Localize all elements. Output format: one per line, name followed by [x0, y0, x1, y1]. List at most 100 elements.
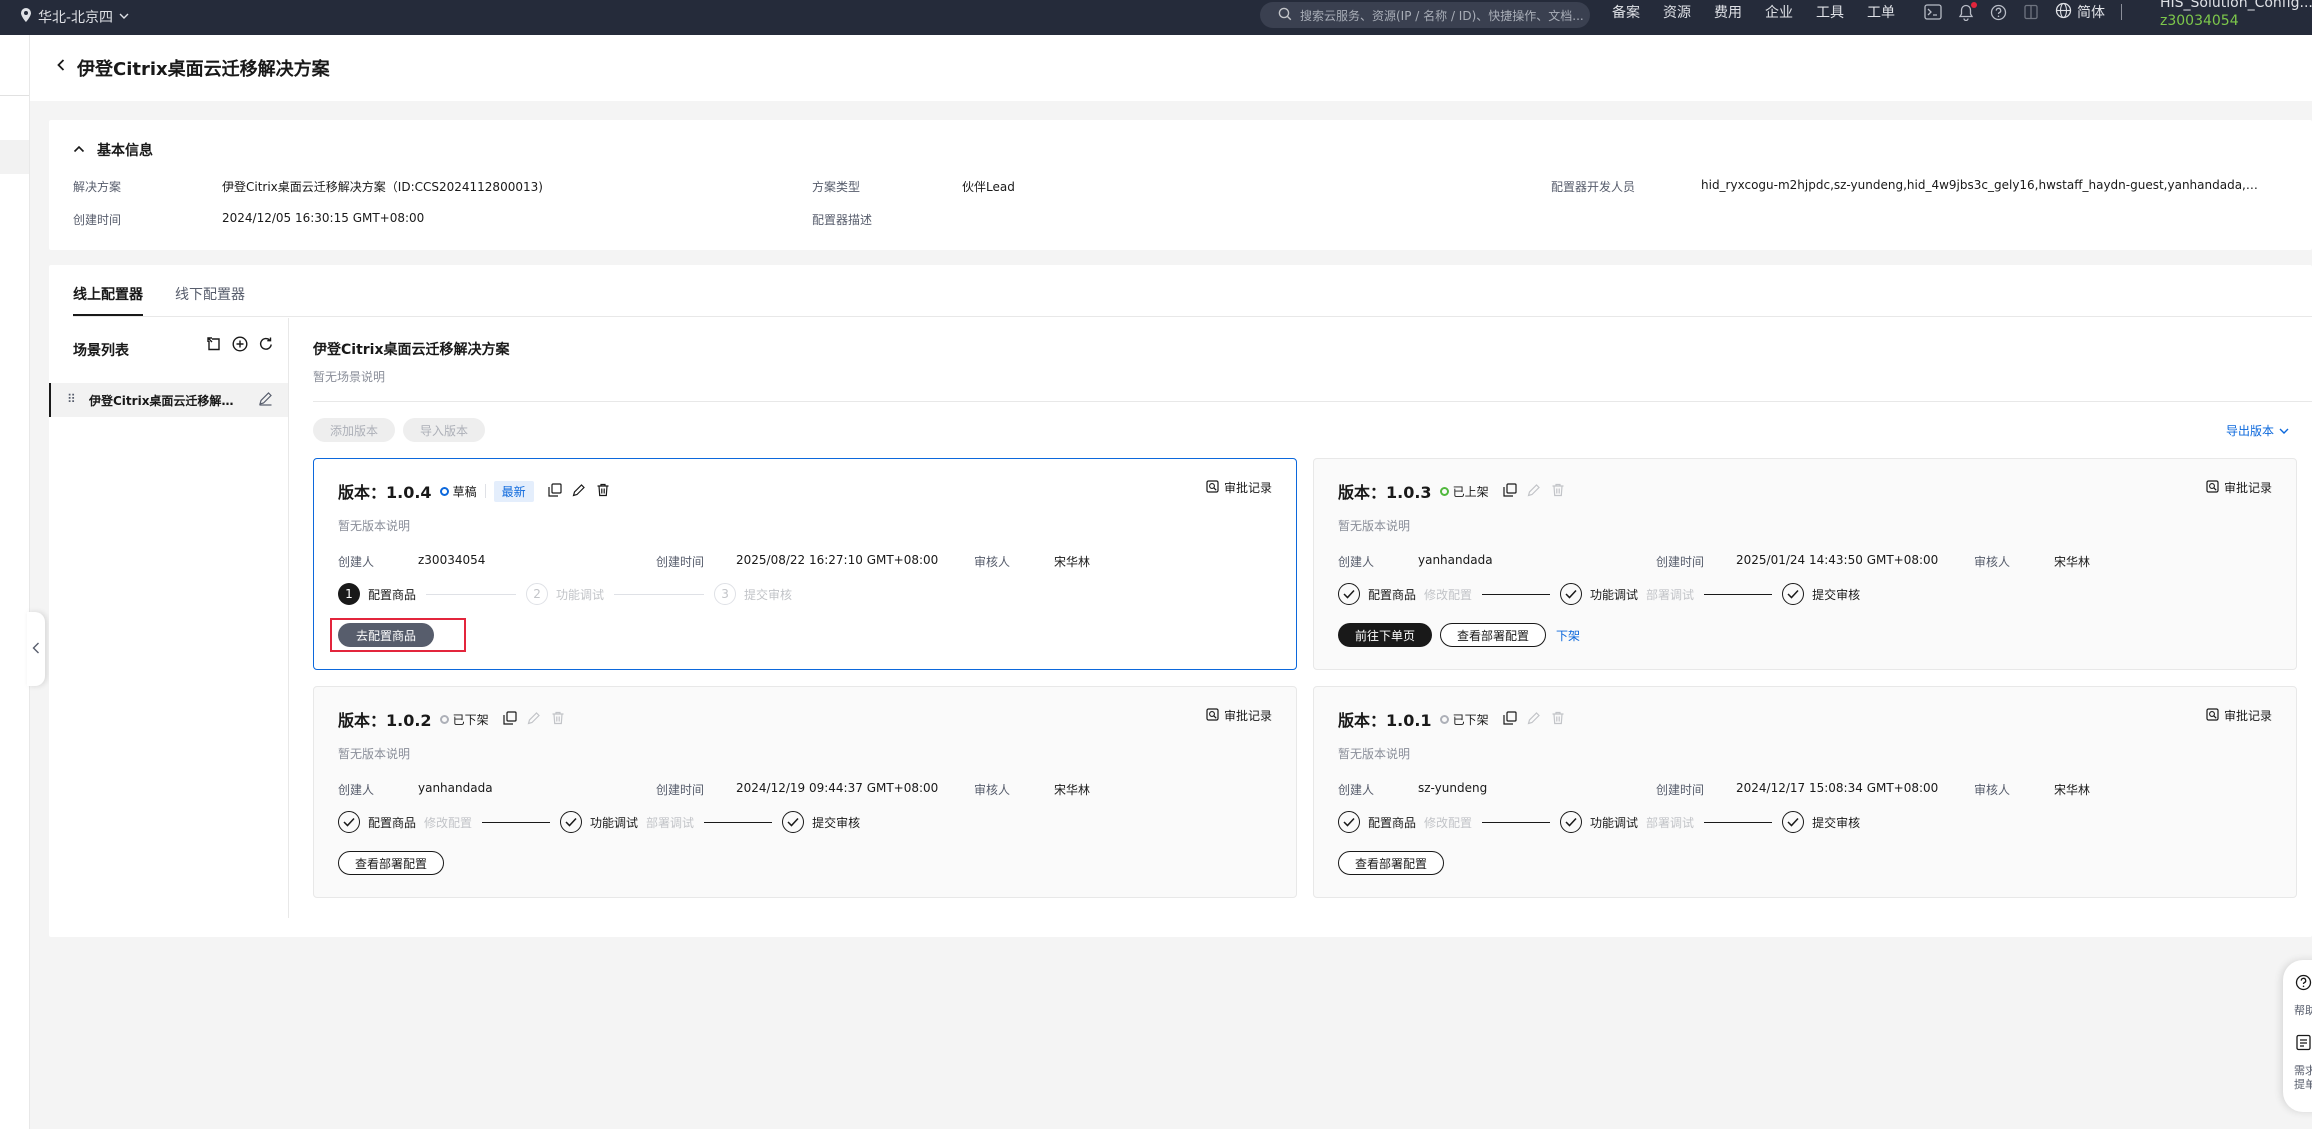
step-2-sublabel: 部署调试: [1646, 587, 1695, 602]
step-connector: [614, 593, 705, 595]
version-card-1-0-2: 版本：1.0.2 已下架 审批记录 暂无版本说明 创建人 yanhandada …: [313, 686, 1297, 898]
check-icon: [1338, 811, 1360, 833]
add-scene-icon[interactable]: [232, 336, 248, 355]
audit-record-icon: [2206, 479, 2219, 496]
global-search-input[interactable]: 搜索云服务、资源(IP / 名称 / ID)、快捷操作、文档...: [1260, 2, 1590, 28]
step-3-label: 提交审核: [744, 587, 793, 602]
search-placeholder: 搜索云服务、资源(IP / 名称 / ID)、快捷操作、文档...: [1300, 8, 1584, 23]
help-icon[interactable]: [1990, 4, 2007, 21]
version-card-1-0-4: 版本：1.0.4 草稿 最新 审批记录 暂无版本说明 创建人 z30034054…: [313, 458, 1297, 670]
page-header: 伊登Citrix桌面云迁移解决方案: [30, 35, 2312, 101]
view-deploy-config-button[interactable]: 查看部署配置: [338, 851, 444, 875]
nav-enterprise[interactable]: 企业: [1765, 2, 1793, 22]
check-icon: [1338, 583, 1360, 605]
reviewer-value: 宋华林: [2054, 555, 2091, 569]
top-menu: 备案 资源 费用 企业 工具 工单: [1612, 0, 1895, 24]
account-menu[interactable]: HIS_Solution_Config... z30034054: [2160, 0, 2312, 30]
step-3-label: 提交审核: [1812, 815, 1861, 830]
created-time-label: 创建时间: [1656, 555, 1705, 569]
audit-records-label: 审批记录: [1223, 709, 1272, 723]
nav-tools[interactable]: 工具: [1816, 2, 1844, 22]
audit-records-link[interactable]: 审批记录: [2206, 707, 2272, 724]
status-dot-icon: [439, 714, 449, 724]
created-time-value: 2024/12/05 16:30:15 GMT+08:00: [222, 211, 425, 225]
check-icon: [1782, 811, 1805, 833]
export-version-dropdown[interactable]: 导出版本: [2226, 422, 2289, 439]
go-to-order-page-button[interactable]: 前往下单页: [1338, 623, 1432, 647]
delist-link[interactable]: 下架: [1556, 627, 1580, 644]
nav-billing[interactable]: 费用: [1714, 2, 1742, 22]
feedback-label[interactable]: 需求提单: [2294, 1064, 2312, 1092]
scene-list-item[interactable]: ⠿ 伊登Citrix桌面云迁移解决方案: [49, 383, 288, 417]
edit-icon[interactable]: [572, 483, 586, 500]
creator-value: sz-yundeng: [1418, 781, 1488, 795]
reviewer-value: 宋华林: [1054, 783, 1091, 797]
nav-resources[interactable]: 资源: [1663, 2, 1691, 22]
created-time-value: 2024/12/17 15:08:34 GMT+08:00: [1736, 781, 1939, 795]
nav-tickets[interactable]: 工单: [1867, 2, 1895, 22]
region-selector[interactable]: 华北-北京四: [20, 4, 129, 30]
status-text: 草稿: [452, 484, 477, 499]
copy-icon[interactable]: [547, 482, 562, 500]
tab-offline-configurator[interactable]: 线下配置器: [175, 284, 245, 304]
audit-records-link[interactable]: 审批记录: [1206, 707, 1272, 724]
edit-scene-icon[interactable]: [258, 391, 273, 409]
version-card-1-0-3: 版本：1.0.3 已上架 审批记录 暂无版本说明 创建人 yanhandada …: [1313, 458, 2297, 670]
back-arrow-icon[interactable]: [56, 57, 66, 76]
drag-handle-icon[interactable]: ⠿: [67, 392, 76, 406]
solution-value: 伊登Citrix桌面云迁移解决方案（ID:CCS2024112800013): [222, 180, 543, 194]
import-scene-icon[interactable]: [206, 336, 222, 355]
tab-online-configurator[interactable]: 线上配置器: [73, 284, 143, 304]
notification-bell-icon[interactable]: [1958, 1, 1977, 21]
delete-icon[interactable]: [596, 483, 610, 500]
search-icon: [1278, 7, 1292, 24]
step-2-sublabel: 部署调试: [646, 815, 695, 830]
help-label[interactable]: 帮助: [2294, 1004, 2312, 1018]
step-1-sublabel: 修改配置: [424, 815, 473, 830]
step-1-indicator: 1: [338, 583, 360, 605]
nav-beian[interactable]: 备案: [1612, 2, 1640, 22]
scene-list-title: 场景列表: [73, 343, 129, 359]
copy-icon[interactable]: [1502, 710, 1517, 728]
edit-icon: [1527, 483, 1541, 500]
feedback-icon[interactable]: [2295, 1034, 2312, 1054]
check-icon: [782, 811, 805, 833]
step-2-sublabel: 部署调试: [1646, 815, 1695, 830]
chevron-down-icon: [119, 9, 129, 25]
creator-label: 创建人: [1338, 783, 1375, 797]
version-description: 暂无版本说明: [338, 747, 411, 761]
check-icon: [1560, 811, 1583, 833]
docs-icon[interactable]: [2023, 4, 2039, 20]
step-connector: [1482, 821, 1551, 823]
sidebar-collapse-toggle[interactable]: [27, 612, 45, 686]
help-icon[interactable]: [2295, 974, 2312, 994]
view-deploy-config-button[interactable]: 查看部署配置: [1338, 851, 1444, 875]
reviewer-label: 审核人: [1974, 555, 2011, 569]
version-card-1-0-1: 版本：1.0.1 已下架 审批记录 暂无版本说明 创建人 sz-yundeng …: [1313, 686, 2297, 898]
step-2-label: 功能调试: [590, 815, 639, 830]
basic-info-toggle[interactable]: 基本信息: [73, 140, 153, 160]
terminal-icon[interactable]: [1924, 4, 1942, 20]
check-icon: [1782, 583, 1805, 605]
audit-records-label: 审批记录: [2223, 481, 2272, 495]
rail-active-item[interactable]: [0, 140, 29, 174]
add-version-button[interactable]: 添加版本: [313, 418, 395, 442]
audit-records-link[interactable]: 审批记录: [2206, 479, 2272, 496]
chevron-down-icon: [2279, 424, 2289, 438]
audit-record-icon: [1206, 479, 1219, 496]
notification-dot: [1971, 1, 1977, 8]
copy-icon[interactable]: [1502, 482, 1517, 500]
audit-records-link[interactable]: 审批记录: [1206, 479, 1272, 496]
configurator-tabs: 线上配置器 线下配置器: [73, 265, 2312, 317]
refresh-icon[interactable]: [258, 336, 274, 355]
creator-value: yanhandada: [418, 781, 493, 795]
edit-icon: [527, 711, 541, 728]
language-selector[interactable]: 简体: [2055, 2, 2105, 23]
top-navigation-bar: 华北-北京四 搜索云服务、资源(IP / 名称 / ID)、快捷操作、文档...…: [0, 0, 2312, 35]
copy-icon[interactable]: [502, 710, 517, 728]
import-version-button[interactable]: 导入版本: [403, 418, 485, 442]
version-steps: 配置商品 修改配置 功能调试 部署调试 提交审核: [338, 811, 860, 833]
view-deploy-config-button[interactable]: 查看部署配置: [1440, 623, 1546, 647]
step-3-indicator: 3: [714, 583, 737, 605]
creator-label: 创建人: [1338, 555, 1375, 569]
